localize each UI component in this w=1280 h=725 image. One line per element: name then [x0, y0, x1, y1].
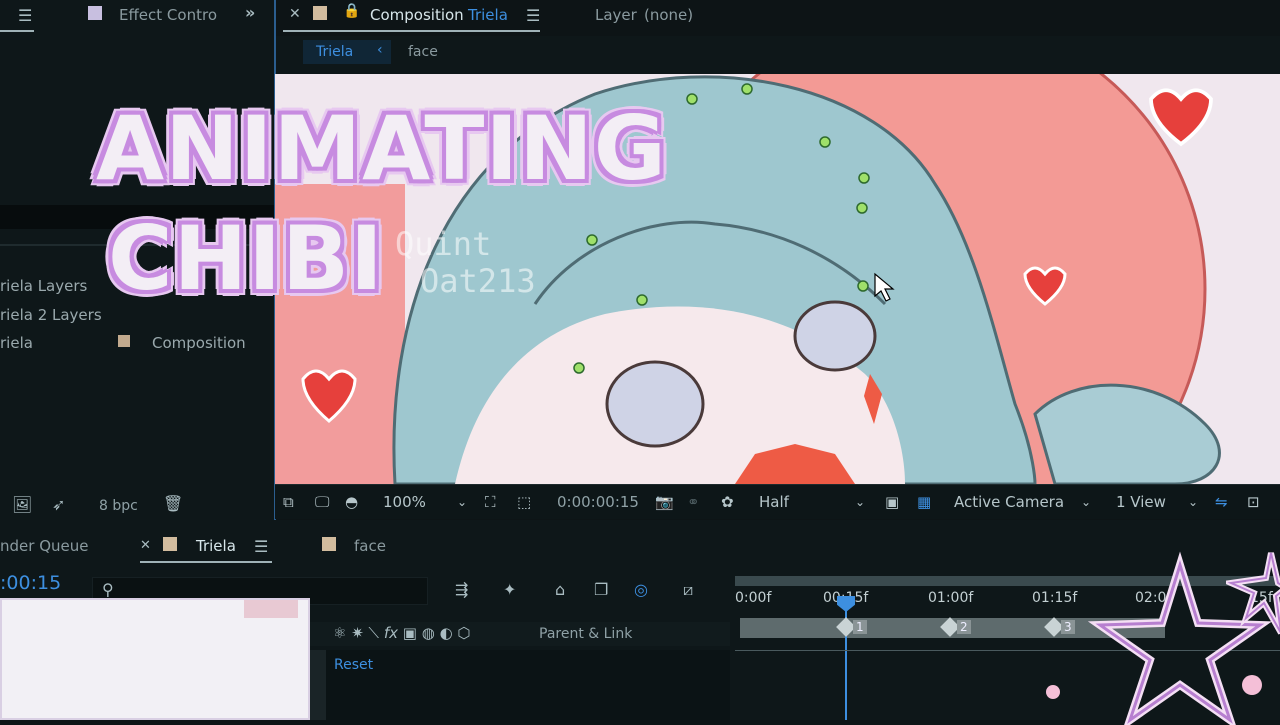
chevron-left-icon: ‹ — [377, 42, 383, 58]
camera-select[interactable]: Active Camera — [954, 493, 1064, 511]
chevron-down-icon[interactable]: ⌄ — [855, 495, 865, 509]
monitor-icon[interactable]: 🖵 — [315, 493, 329, 511]
layer-row-label-column — [310, 650, 326, 720]
ruler-tick-label: 0:00f — [735, 590, 772, 606]
close-icon[interactable]: ✕ — [140, 538, 151, 553]
project-item-label[interactable]: riela — [0, 334, 33, 352]
comp-swatch — [163, 537, 177, 551]
reset-button[interactable]: Reset — [334, 657, 373, 673]
tab-underline — [0, 30, 34, 32]
comp-swatch — [322, 537, 336, 551]
watermark-text: Quint — [395, 225, 492, 263]
floating-window-titlebar — [244, 600, 298, 618]
breadcrumb-item[interactable]: face — [408, 44, 438, 60]
view-layout-select[interactable]: 1 View — [1116, 493, 1166, 511]
panel-menu-icon[interactable]: ☰ — [254, 537, 268, 556]
draft-3d-icon[interactable]: ✦ — [503, 580, 516, 599]
viewer-controls-bar: ⧉ 🖵 ◓ 100% ⌄ ⛶ ⬚ 0:00:00:15 📷 ⚭ ✿ Half ⌄… — [275, 484, 1280, 519]
zoom-value[interactable]: 100% — [383, 493, 426, 511]
chevron-down-icon[interactable]: ⌄ — [457, 495, 467, 509]
ruler-tick-label: 01:00f — [928, 590, 974, 606]
composition-swatch — [118, 335, 130, 347]
watermark-text: Oat213 — [420, 262, 536, 300]
current-time-display[interactable]: :00:15 — [0, 572, 61, 594]
small-star-sticker — [1226, 552, 1280, 635]
sparkle-dot — [1242, 675, 1262, 695]
frame-blending-icon[interactable]: ❐ — [594, 580, 608, 599]
transparency-grid-icon[interactable]: ▦ — [917, 493, 931, 511]
interpret-footage-icon[interactable]: 🖼 — [12, 495, 32, 514]
reset-exposure-icon[interactable]: ⊡ — [1247, 493, 1260, 511]
color-channels-icon[interactable]: ✿ — [721, 493, 734, 511]
composition-flowchart-icon[interactable]: ⇶ — [455, 580, 468, 599]
trash-icon[interactable]: 🗑 — [163, 494, 183, 513]
camera-snapshot-icon[interactable]: 📷 — [655, 493, 674, 511]
tab-composition-label[interactable]: Composition — [370, 6, 464, 24]
mask-icon[interactable]: ◓ — [345, 493, 358, 511]
switches-icons: ⚛ ✷ ⟍ fx ▣ ◍ ◐ ⬡ — [333, 624, 471, 642]
hide-shy-layers-icon[interactable]: ⌂ — [555, 580, 565, 599]
tab-layer-value: (none) — [644, 6, 694, 24]
sparkle-dot — [1046, 685, 1060, 699]
tab-layer-label[interactable]: Layer — [595, 6, 637, 24]
panel-menu-icon[interactable]: ☰ — [526, 6, 540, 25]
chevron-down-icon[interactable]: ⌄ — [1081, 495, 1091, 509]
lock-icon[interactable]: 🔒 — [343, 3, 360, 19]
overlay-title-line1: ANIMATING — [96, 97, 667, 200]
timecode-display[interactable]: 0:00:00:15 — [557, 493, 639, 511]
project-item-type: Composition — [152, 334, 246, 352]
tab-underline — [140, 561, 272, 563]
tab-render-queue[interactable]: nder Queue — [0, 537, 88, 555]
fit-frame-icon[interactable]: ⛶ — [485, 493, 496, 511]
close-icon[interactable]: ✕ — [289, 6, 301, 22]
keyframe-label: 1 — [853, 620, 867, 634]
tab-timeline-comp[interactable]: Triela — [196, 537, 236, 555]
tab-composition-name[interactable]: Triela — [468, 6, 508, 24]
breadcrumb-item[interactable]: Triela — [316, 44, 353, 60]
tab-underline — [283, 30, 540, 32]
overlay-title-line2: CHIBI — [108, 207, 384, 310]
show-snapshot-icon[interactable]: ⚭ — [687, 493, 700, 511]
panel-overflow-icon[interactable]: » — [245, 3, 255, 22]
render-icon[interactable]: ➶ — [52, 495, 65, 514]
project-item-label[interactable]: riela 2 Layers — [0, 306, 102, 324]
effect-controls-swatch — [88, 6, 102, 20]
project-item-label[interactable]: riela Layers — [0, 277, 87, 295]
keyframe-label: 2 — [957, 620, 971, 634]
motion-blur-icon[interactable]: ◎ — [634, 580, 648, 599]
tab-effect-controls[interactable]: Effect Contro — [119, 6, 217, 24]
parent-link-header: Parent & Link — [539, 626, 633, 642]
toggle-pixel-aspect-icon[interactable]: ⇋ — [1215, 493, 1228, 511]
comp-swatch — [313, 6, 327, 20]
panel-menu-icon[interactable]: ☰ — [18, 6, 32, 25]
safe-zones-icon[interactable]: ⬚ — [517, 493, 531, 511]
always-preview-icon[interactable]: ⧉ — [283, 493, 294, 511]
region-of-interest-icon[interactable]: ▣ — [885, 493, 899, 511]
chevron-down-icon[interactable]: ⌄ — [1188, 495, 1198, 509]
search-icon: ⚲ — [102, 580, 114, 599]
tab-timeline-face[interactable]: face — [354, 537, 386, 555]
ruler-tick-label: 01:15f — [1032, 590, 1078, 606]
graph-editor-icon[interactable]: ⧄ — [683, 580, 693, 600]
bpc-label[interactable]: 8 bpc — [99, 498, 138, 514]
keyframe-label: 3 — [1061, 620, 1075, 634]
resolution-select[interactable]: Half — [759, 493, 789, 511]
